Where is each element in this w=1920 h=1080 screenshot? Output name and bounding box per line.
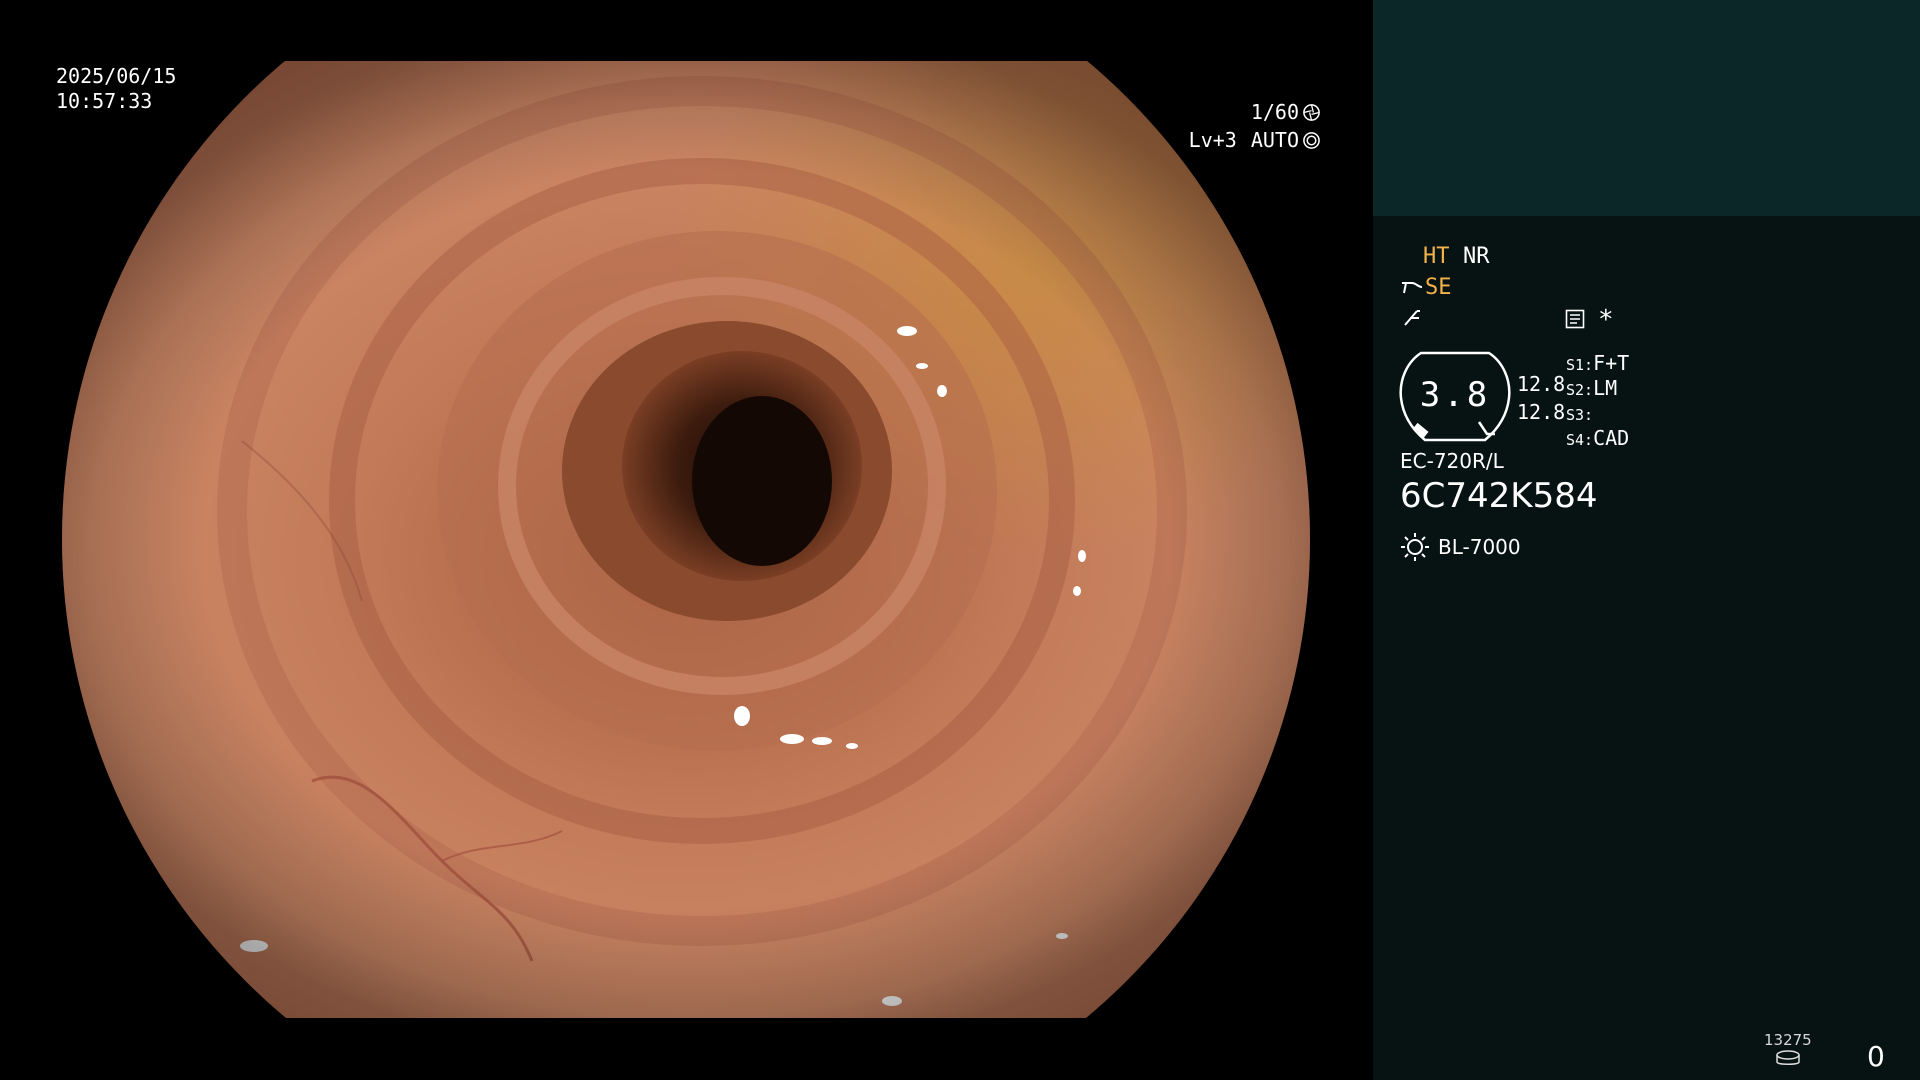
se-label: SE	[1425, 275, 1452, 300]
storage-remaining: 13275	[1764, 1031, 1812, 1049]
switch-key: S2:	[1566, 381, 1594, 399]
sun-icon	[1401, 533, 1429, 561]
zoom-scale-a: 12.8	[1517, 372, 1566, 396]
shutter-speed: 1/60	[1250, 100, 1299, 124]
zoom-scale-b: 12.8	[1517, 400, 1566, 424]
scope-tip-icon	[1402, 282, 1423, 294]
light-source: BL-7000	[1400, 532, 1521, 562]
time-text: 10:57:33	[56, 89, 153, 113]
switch-key: S4:	[1566, 431, 1594, 449]
note-icon	[1565, 309, 1585, 329]
switch-row: S1:F+T	[1566, 350, 1629, 378]
switch-row: S4:CAD	[1566, 425, 1629, 453]
switch-value: LM	[1593, 376, 1618, 400]
endoscope-video: 2025/06/15 10:57:33 1/60 Lv+3 AUTO	[0, 0, 1373, 1080]
switch-value: CAD	[1593, 426, 1630, 450]
date-time-readout: 2025/06/15 10:57:33	[56, 64, 176, 114]
shutter-row: 1/60	[1189, 98, 1321, 126]
switch-key: S1:	[1566, 356, 1594, 374]
ht-label: HT	[1423, 244, 1450, 269]
nr-label: NR	[1463, 244, 1490, 269]
iris-row: Lv+3 AUTO	[1189, 126, 1321, 154]
capture-count: 0	[1867, 1040, 1885, 1073]
camera-status: 1/60 Lv+3 AUTO	[1189, 98, 1321, 154]
function-hook-icon	[1404, 310, 1420, 326]
zoom-value: 3.8	[1419, 375, 1491, 415]
scope-serial: 6C742K584	[1400, 476, 1598, 516]
endoscopic-image	[62, 61, 1310, 1018]
info-panel-header	[1373, 0, 1920, 216]
colon-lumen-image	[62, 61, 1310, 1018]
iris-mode: AUTO	[1250, 128, 1299, 152]
iris-ring-icon	[1303, 131, 1320, 149]
disk-icon	[1776, 1050, 1800, 1065]
light-source-label: BL-7000	[1438, 535, 1521, 559]
switch-row: S2:LM	[1566, 375, 1617, 403]
switch-row: S3:	[1566, 400, 1593, 428]
scope-model: EC-720R/L	[1400, 449, 1504, 473]
aperture-icon	[1303, 103, 1320, 121]
switch-key: S3:	[1566, 406, 1594, 424]
enhance-level: Lv+3	[1188, 128, 1237, 152]
star-label: *	[1598, 305, 1614, 335]
switch-value: F+T	[1593, 351, 1630, 375]
date-text: 2025/06/15	[56, 64, 177, 88]
